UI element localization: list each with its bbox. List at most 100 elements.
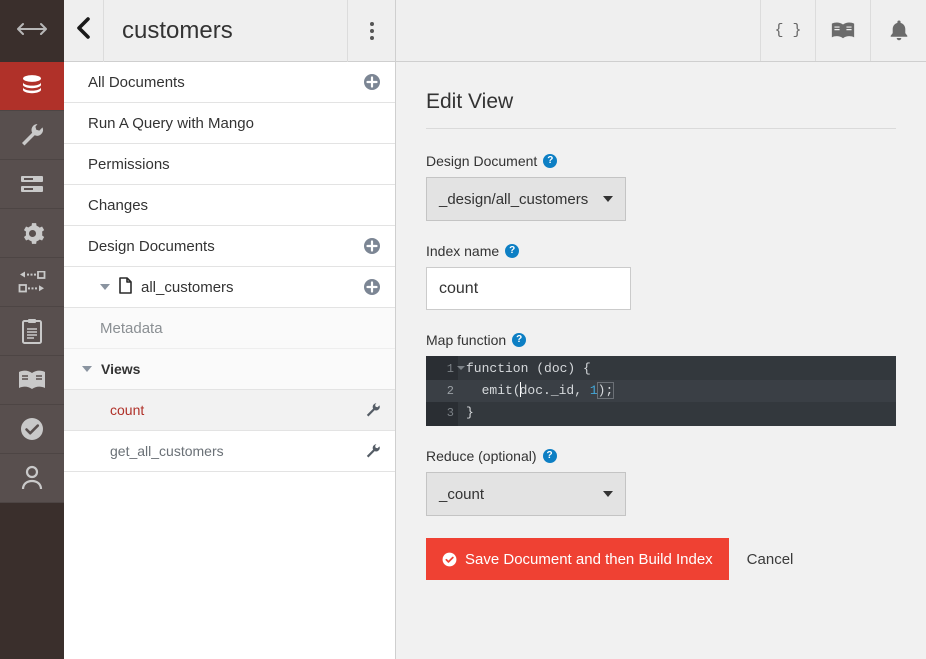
- reduce-select[interactable]: _count: [426, 472, 626, 516]
- line-number-text: 2: [446, 384, 454, 398]
- database-icon: [19, 73, 45, 99]
- nav-item-view-get-all-customers[interactable]: get_all_customers: [64, 431, 395, 472]
- sidebar-item-docs[interactable]: [0, 356, 64, 405]
- nav-item-design-doc-all-customers[interactable]: all_customers: [64, 267, 395, 308]
- chevron-down-icon: [603, 491, 613, 497]
- code-line-2-part-a: emit(: [466, 383, 521, 398]
- cancel-button[interactable]: Cancel: [747, 551, 794, 568]
- nav-item-metadata[interactable]: Metadata: [64, 308, 395, 349]
- document-icon: [119, 276, 132, 298]
- sidebar-item-configuration[interactable]: [0, 209, 64, 258]
- expand-sidebar-button[interactable]: [0, 0, 64, 62]
- nav-item-label: Run A Query with Mango: [88, 114, 254, 132]
- help-icon[interactable]: ?: [505, 244, 520, 258]
- header-spacer: [396, 0, 761, 61]
- index-name-label: Index name ?: [426, 243, 896, 259]
- nav-item-all-documents[interactable]: All Documents: [64, 62, 395, 103]
- nav-item-label: count: [110, 402, 145, 418]
- nav-item-label: Permissions: [88, 155, 170, 173]
- sidebar-item-setup[interactable]: [0, 111, 64, 160]
- rail-filler: [0, 503, 64, 659]
- nav-item-label: Design Documents: [88, 237, 215, 255]
- map-function-label-text: Map function: [426, 332, 507, 348]
- main-panel: { } Edit View Design Document ? _design/…: [396, 0, 926, 659]
- database-nav-panel: customers All Documents Run A Query with…: [64, 0, 396, 659]
- line-number: 3: [426, 402, 458, 424]
- book-icon[interactable]: [816, 0, 871, 61]
- save-button-label: Save Document and then Build Index: [465, 550, 713, 568]
- json-icon[interactable]: { }: [761, 0, 816, 61]
- icon-rail: [0, 0, 64, 659]
- index-name-input[interactable]: [426, 267, 631, 310]
- chevron-down-icon[interactable]: [82, 366, 92, 372]
- save-button[interactable]: Save Document and then Build Index: [426, 538, 729, 580]
- editor-gutter: 1 2 3: [426, 356, 465, 426]
- form-actions: Save Document and then Build Index Cance…: [426, 538, 896, 580]
- wrench-icon[interactable]: [365, 443, 381, 459]
- add-icon[interactable]: [363, 237, 381, 255]
- sidebar-item-account[interactable]: [0, 454, 64, 503]
- sidebar-item-databases[interactable]: [0, 62, 64, 111]
- back-chevron-icon: [76, 17, 92, 44]
- line-number-text: 3: [446, 406, 454, 420]
- wrench-icon: [19, 122, 45, 148]
- nav-item-changes[interactable]: Changes: [64, 185, 395, 226]
- main-header: { }: [396, 0, 926, 62]
- sidebar-item-notes[interactable]: [0, 307, 64, 356]
- server-list-icon: [19, 174, 45, 194]
- clipboard-icon: [21, 318, 43, 344]
- design-document-label-text: Design Document: [426, 153, 538, 169]
- nav-item-views-group[interactable]: Views: [64, 349, 395, 390]
- fauxton-app: customers All Documents Run A Query with…: [0, 0, 926, 659]
- edit-view-form: Edit View Design Document ? _design/all_…: [396, 62, 926, 659]
- form-title: Edit View: [426, 90, 896, 129]
- nav-item-label: all_customers: [141, 278, 234, 296]
- add-icon[interactable]: [363, 73, 381, 91]
- sidebar-item-active-tasks[interactable]: [0, 160, 64, 209]
- nav-item-label: Metadata: [100, 319, 163, 337]
- bell-icon[interactable]: [871, 0, 926, 61]
- help-icon[interactable]: ?: [543, 154, 558, 168]
- help-icon[interactable]: ?: [512, 333, 527, 347]
- code-line-2-part-b: doc._id,: [519, 383, 590, 398]
- design-document-select[interactable]: _design/all_customers: [426, 177, 626, 221]
- index-name-label-text: Index name: [426, 243, 500, 259]
- reduce-label: Reduce (optional) ?: [426, 448, 896, 464]
- line-number-text: 1: [446, 362, 454, 376]
- replication-icon: [17, 271, 47, 293]
- reduce-label-text: Reduce (optional): [426, 448, 537, 464]
- nav-item-label: Views: [101, 361, 141, 377]
- design-document-value: _design/all_customers: [439, 190, 589, 208]
- help-icon[interactable]: ?: [542, 449, 557, 463]
- gear-icon: [20, 221, 45, 246]
- code-line-2: emit(doc._id, 1);: [458, 380, 896, 402]
- back-button[interactable]: [64, 0, 104, 62]
- check-circle-icon: [19, 416, 45, 442]
- line-number: 2: [426, 380, 458, 402]
- kebab-menu-icon[interactable]: [347, 0, 395, 62]
- design-document-label: Design Document ?: [426, 153, 896, 169]
- add-icon[interactable]: [363, 278, 381, 296]
- chevron-down-icon[interactable]: [100, 284, 110, 290]
- expand-arrows-icon: [17, 22, 47, 41]
- sidebar-item-verify[interactable]: [0, 405, 64, 454]
- nav-item-label: Changes: [88, 196, 149, 214]
- book-icon: [18, 369, 46, 391]
- map-function-editor[interactable]: 1 2 3 function (doc) { emit(doc._id, 1);…: [426, 356, 896, 426]
- sidebar-item-replication[interactable]: [0, 258, 64, 307]
- nav-item-design-documents[interactable]: Design Documents: [64, 226, 395, 267]
- user-icon: [20, 465, 44, 491]
- wrench-icon[interactable]: [365, 402, 381, 418]
- nav-item-run-query-mango[interactable]: Run A Query with Mango: [64, 103, 395, 144]
- nav-item-label: get_all_customers: [110, 443, 224, 459]
- editor-code[interactable]: function (doc) { emit(doc._id, 1); }: [458, 356, 896, 426]
- nav-list: All Documents Run A Query with Mango Per…: [64, 62, 395, 659]
- line-number: 1: [426, 358, 465, 380]
- code-line-2-number: 1: [589, 383, 598, 398]
- nav-header: customers: [64, 0, 395, 62]
- nav-item-permissions[interactable]: Permissions: [64, 144, 395, 185]
- code-line-1: function (doc) {: [466, 361, 591, 376]
- map-function-label: Map function ?: [426, 332, 896, 348]
- nav-item-label: All Documents: [88, 73, 185, 91]
- nav-item-view-count[interactable]: count: [64, 390, 395, 431]
